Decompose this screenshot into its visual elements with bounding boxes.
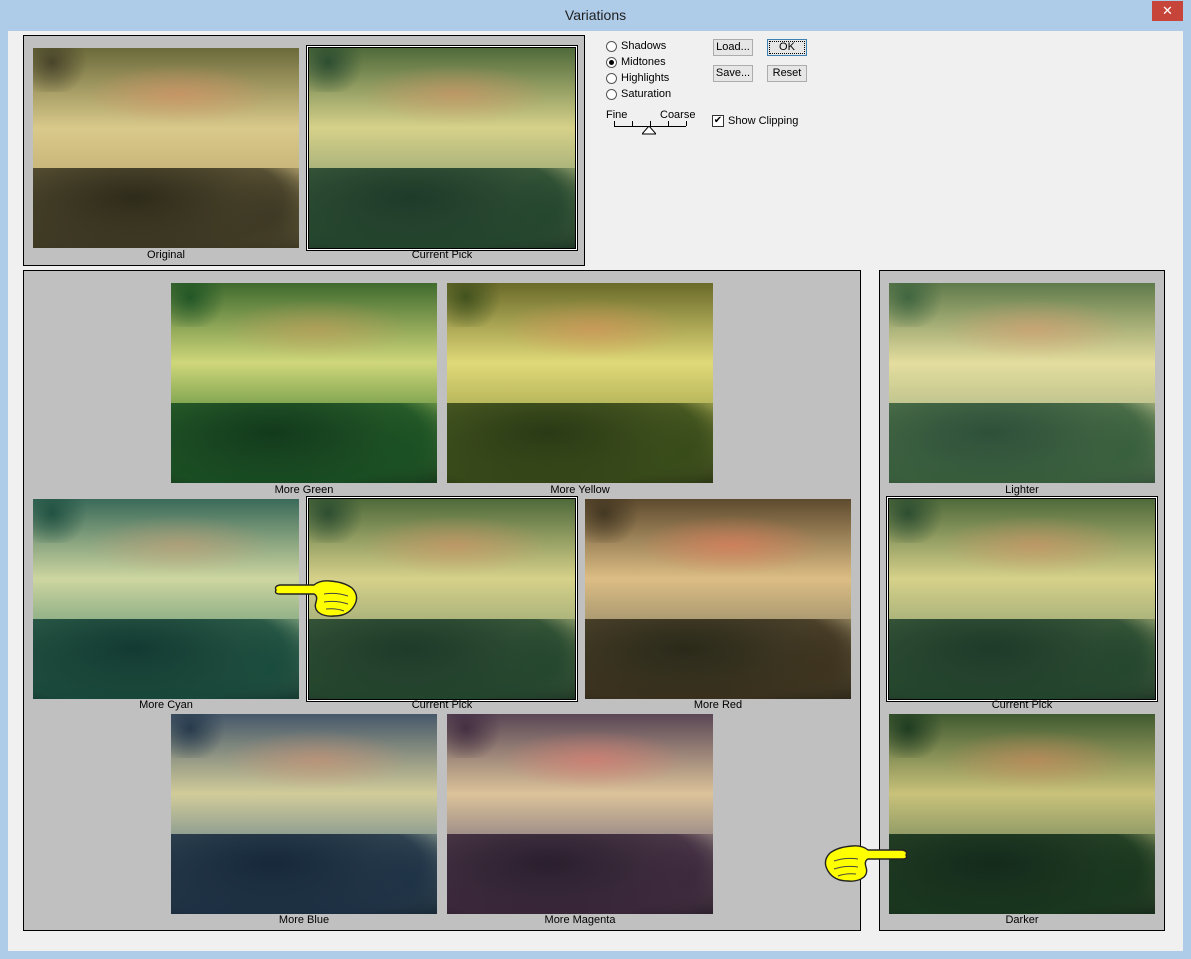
more-yellow-thumbnail[interactable]: [447, 283, 713, 483]
radio-shadows[interactable]: Shadows: [606, 38, 666, 54]
more-blue-thumbnail[interactable]: [171, 714, 437, 914]
more-magenta-thumbnail[interactable]: [447, 714, 713, 914]
original-thumbnail: [33, 48, 299, 248]
window-title: Variations: [564, 7, 627, 23]
slider-thumb-icon[interactable]: [642, 126, 656, 135]
saturation-label: Saturation: [621, 88, 672, 100]
radio-highlights[interactable]: Highlights: [606, 70, 669, 86]
more-green-label: More Green: [274, 484, 334, 496]
original-label: Original: [147, 249, 185, 261]
darker-label: Darker: [1005, 914, 1039, 926]
more-green-thumbnail[interactable]: [171, 283, 437, 483]
highlights-label: Highlights: [621, 72, 670, 84]
slider-tick: [686, 121, 687, 126]
close-button[interactable]: ✕: [1152, 1, 1183, 21]
lighter-label: Lighter: [1005, 484, 1039, 496]
dialog-body: Original Current Pick Shadows Midtones H…: [8, 31, 1183, 951]
radio-icon: [606, 88, 617, 100]
current-pick-label-right: Current Pick: [991, 699, 1053, 711]
ok-button[interactable]: OK: [767, 39, 807, 56]
midtones-label: Midtones: [621, 56, 666, 68]
save-button[interactable]: Save...: [713, 65, 753, 82]
more-magenta-label: More Magenta: [544, 914, 616, 926]
darker-thumbnail[interactable]: [889, 714, 1155, 914]
fine-coarse-slider[interactable]: Fine Coarse: [606, 109, 696, 139]
fine-label: Fine: [606, 109, 628, 121]
slider-tick: [614, 121, 615, 126]
load-button[interactable]: Load...: [713, 39, 753, 56]
radio-icon: [606, 40, 617, 52]
lighter-thumbnail[interactable]: [889, 283, 1155, 483]
more-cyan-thumbnail[interactable]: [33, 499, 299, 699]
more-yellow-label: More Yellow: [550, 484, 610, 496]
reset-button[interactable]: Reset: [767, 65, 807, 82]
radio-selected-icon: [606, 56, 617, 68]
show-clipping-label: Show Clipping: [728, 115, 799, 127]
checkmark-icon: ✔: [713, 115, 723, 126]
preview-panel: Original Current Pick: [23, 35, 585, 266]
title-bar[interactable]: Variations ✕: [0, 0, 1191, 31]
radio-saturation[interactable]: Saturation: [606, 86, 671, 102]
coarse-label: Coarse: [660, 109, 696, 121]
pointing-hand-icon: [824, 845, 908, 882]
pointing-hand-icon: [274, 580, 358, 617]
more-blue-label: More Blue: [278, 914, 330, 926]
more-red-thumbnail[interactable]: [585, 499, 851, 699]
current-pick-label-top: Current Pick: [411, 249, 473, 261]
brightness-panel: Lighter Current Pick Darker: [879, 270, 1165, 931]
current-pick-label-center: Current Pick: [411, 699, 473, 711]
radio-midtones[interactable]: Midtones: [606, 54, 666, 70]
more-cyan-label: More Cyan: [139, 699, 193, 711]
shadows-label: Shadows: [621, 40, 667, 52]
slider-tick: [632, 121, 633, 126]
slider-tick: [668, 121, 669, 126]
more-red-label: More Red: [693, 699, 743, 711]
radio-icon: [606, 72, 617, 84]
color-variations-panel: More Green More Yellow More Cyan Current…: [23, 270, 861, 931]
current-pick-thumbnail-right[interactable]: [887, 497, 1157, 701]
current-pick-thumbnail-top[interactable]: [307, 46, 577, 250]
show-clipping-checkbox[interactable]: ✔: [712, 115, 724, 127]
variations-window: Variations ✕ Original Current Pick Shado…: [0, 0, 1191, 959]
